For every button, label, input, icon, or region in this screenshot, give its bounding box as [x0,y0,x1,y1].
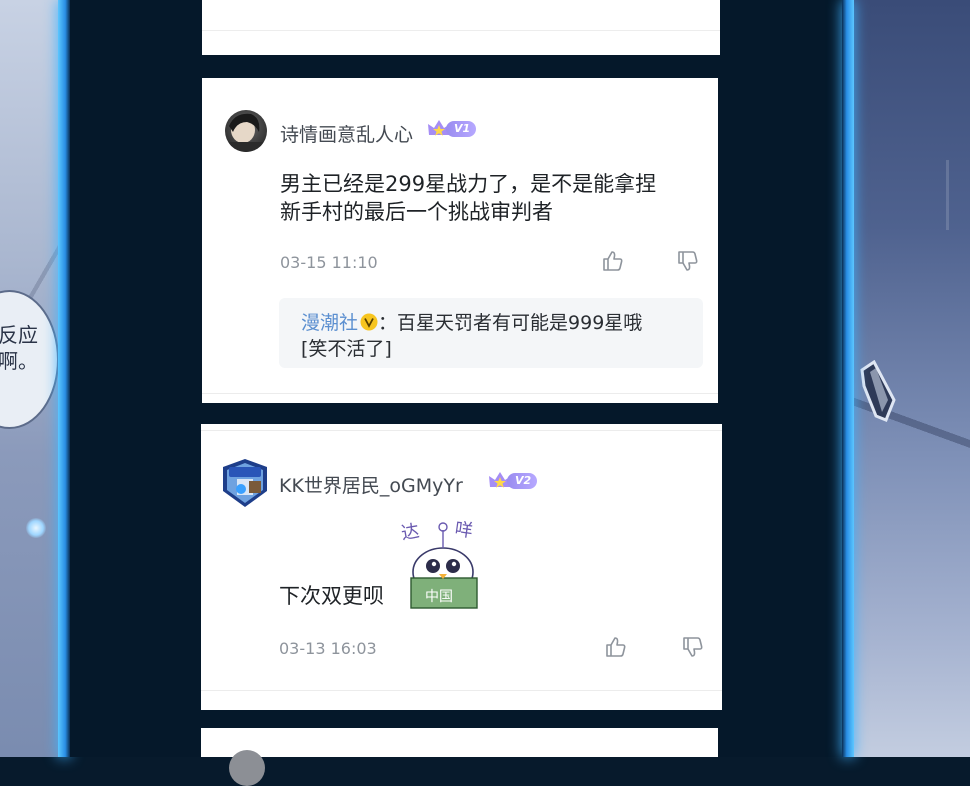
reply-body-line: [笑不活了] [301,338,392,360]
avatar[interactable] [229,750,265,786]
comment-timestamp: 03-13 16:03 [279,639,377,658]
comment-text: 下次双更呗 [279,584,384,608]
username[interactable]: 诗情画意乱人心 [280,120,413,147]
reply-text: 漫潮社 ：百星天罚者有可能是999星哦 [笑不活了] [301,310,642,362]
sticker-text-right: 咩 [453,518,475,543]
sticker-text-bottom: 中国 [425,589,453,605]
comment-timestamp: 03-15 11:10 [280,253,378,272]
avatar[interactable] [219,457,271,509]
vip-level-text: V1 [446,121,477,137]
card-divider [202,30,720,31]
vip-level-badge: V1 [426,119,477,139]
comment-card: 诗情画意乱人心 V1 男主已经是299星战力了，是不是能拿捏 新手村的最后一个挑… [202,78,718,403]
avatar[interactable] [225,110,267,152]
comment-text: 男主已经是299星战力了，是不是能拿捏 新手村的最后一个挑战审判者 [280,170,656,226]
thumbs-down-icon[interactable] [676,249,700,273]
reply-box[interactable]: 漫潮社 ：百星天罚者有可能是999星哦 [笑不活了] [279,298,703,368]
glow-border-left [58,0,70,757]
comment-text-line: 新手村的最后一个挑战审判者 [280,200,553,224]
thumbs-up-icon[interactable] [604,635,628,659]
glow-sparkle [26,518,46,538]
reply-author[interactable]: 漫潮社 [301,312,358,334]
comment-card: KK世界居民_oGMyYr V2 下次双更呗 达 咩 中国 03-13 16:0… [201,424,722,710]
card-divider [202,393,718,394]
comment-text-line: 男主已经是299星战力了，是不是能拿捏 [280,172,657,196]
reply-body: ：百星天罚者有可能是999星哦 [378,312,643,334]
card-divider [201,430,722,431]
vip-level-badge: V2 [487,471,538,491]
speech-bubble-text: 反应 啊。 [0,323,38,373]
comment-card-next [201,728,718,786]
comment-card-previous [202,0,720,55]
glow-border-right [842,0,854,757]
crystal-icon [860,360,896,422]
emoji-sticker: 达 咩 中国 [400,516,486,611]
username[interactable]: KK世界居民_oGMyYr [279,471,463,498]
thumbs-down-icon[interactable] [681,635,705,659]
verified-v-icon [360,313,378,331]
manga-panel-right [852,0,970,757]
vip-level-text: V2 [507,473,538,489]
manga-panel-left: 反应 啊。 [0,0,62,757]
card-divider [201,690,722,691]
thumbs-up-icon[interactable] [601,249,625,273]
